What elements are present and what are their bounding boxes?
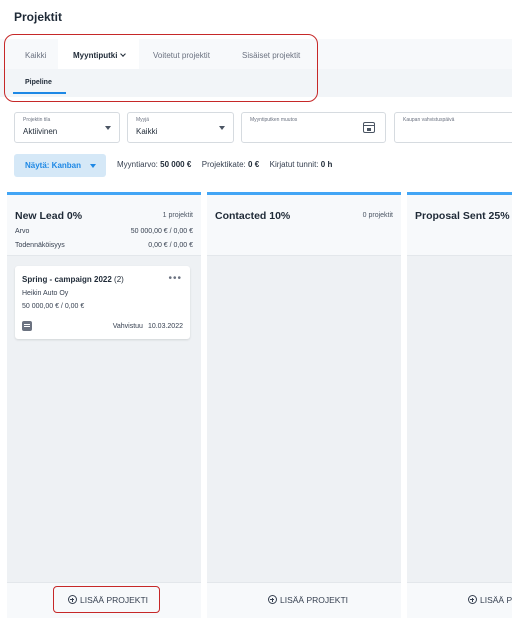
status-select-label: Projektin tila	[23, 117, 51, 123]
view-mode-button[interactable]: Näytä: Kanban	[14, 154, 106, 177]
card-confirm-date: Vahvistuu 10.03.2022	[113, 323, 183, 330]
hours-value: 0 h	[320, 160, 333, 169]
pipeline-change-date-field[interactable]: Myyntiputken muutos	[241, 112, 386, 143]
plus-circle-icon	[268, 595, 277, 604]
value-label: Arvo	[15, 228, 30, 235]
summary-bar: Myyntiarvo: 50 000 € Projektikate: 0 € K…	[117, 160, 332, 169]
probability-amount: 0,00 € / 0,00 €	[148, 242, 193, 249]
add-project-label: LISÄÄ P	[480, 595, 512, 605]
sales-label: Myyntiarvo:	[117, 160, 158, 169]
card-count: (2)	[114, 275, 124, 284]
margin-value: 0 €	[248, 160, 260, 169]
hours-label: Kirjatut tunnit:	[269, 160, 319, 169]
column-count: 0 projektit	[362, 212, 393, 219]
card-title[interactable]: Spring - campaign 2022 (2)	[22, 275, 124, 284]
kanban-column-contacted: Contacted 10% 0 projektit LISÄÄ PROJEKTI	[207, 192, 401, 618]
plus-circle-icon	[468, 595, 477, 604]
column-footer: LISÄÄ PROJEKTI	[207, 582, 401, 618]
add-project-button[interactable]: LISÄÄ PROJEKTI	[268, 594, 348, 605]
column-header: Contacted 10% 0 projektit	[207, 195, 401, 256]
caret-down-icon	[105, 126, 111, 130]
more-options-icon[interactable]: •••	[168, 273, 182, 284]
add-project-label: LISÄÄ PROJEKTI	[280, 595, 349, 605]
deal-date-label: Kaupan vahvistuspäivä	[403, 117, 455, 123]
confirm-label: Vahvistuu	[112, 323, 143, 330]
column-value-row: Arvo 50 000,00 € / 0,00 €	[15, 228, 193, 235]
deal-date-field[interactable]: Kaupan vahvistuspäivä	[394, 112, 512, 143]
probability-label: Todennäköisyys	[15, 242, 65, 249]
project-card[interactable]: Spring - campaign 2022 (2) ••• Heikin Au…	[15, 266, 190, 339]
card-company: Heikin Auto Oy	[22, 290, 69, 297]
confirm-date: 10.03.2022	[147, 323, 183, 330]
seller-select-value: Kaikki	[136, 127, 158, 136]
sales-value: 50 000 €	[160, 160, 192, 169]
document-icon[interactable]	[22, 321, 32, 331]
status-select-value: Aktiivinen	[23, 127, 58, 136]
margin-label: Projektikate:	[201, 160, 246, 169]
page-title: Projektit	[14, 10, 63, 24]
column-title: New Lead 0%	[15, 210, 83, 222]
seller-select[interactable]: Myyjä Kaikki	[127, 112, 234, 143]
view-mode-label: Näytä: Kanban	[25, 161, 82, 170]
add-project-button[interactable]: LISÄÄ P	[468, 594, 512, 605]
calendar-icon[interactable]	[363, 122, 375, 133]
column-footer: LISÄÄ P	[407, 582, 512, 618]
caret-down-icon	[219, 126, 225, 130]
column-title: Proposal Sent 25%	[415, 210, 510, 222]
highlight-add-project-box	[53, 586, 160, 613]
highlight-tabs-box	[4, 34, 318, 102]
column-probability-row: Todennäköisyys 0,00 € / 0,00 €	[15, 242, 193, 249]
kanban-column-proposal-sent: Proposal Sent 25% LISÄÄ P	[407, 192, 512, 618]
kanban-column-new-lead: New Lead 0% 1 projektit Arvo 50 000,00 €…	[7, 192, 201, 618]
card-amount: 50 000,00 € / 0,00 €	[22, 303, 85, 310]
column-header: Proposal Sent 25%	[407, 195, 512, 256]
caret-down-icon	[90, 164, 96, 168]
column-title: Contacted 10%	[215, 210, 291, 222]
value-amount: 50 000,00 € / 0,00 €	[130, 228, 193, 235]
pipeline-change-label: Myyntiputken muutos	[250, 117, 298, 123]
seller-select-label: Myyjä	[136, 117, 150, 123]
column-count: 1 projektit	[162, 212, 193, 219]
status-select[interactable]: Projektin tila Aktiivinen	[14, 112, 120, 143]
card-title-text: Spring - campaign 2022	[22, 275, 112, 284]
